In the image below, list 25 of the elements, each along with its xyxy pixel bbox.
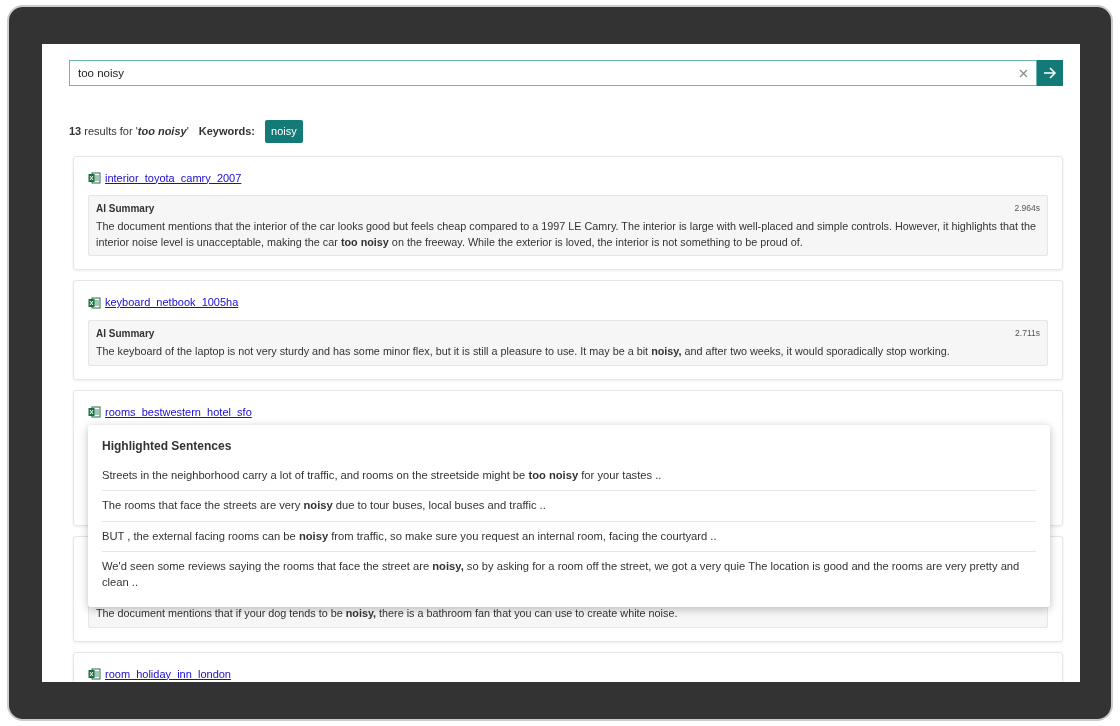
highlighted-sentence: Streets in the neighborhood carry a lot of traffic, and rooms on the streetside might be too noisy for your tastes ..	[102, 460, 1036, 491]
spreadsheet-icon	[88, 171, 101, 184]
summary-text: The keyboard of the laptop is not very sturdy and has some minor flex, but it is still a pleasure to use. It may be a bit noisy, and after two weeks, it would sporadically stop working.	[96, 344, 951, 359]
search-field[interactable]: too noisy	[69, 60, 1037, 86]
results-count-text: 13 results for 'too noisy'	[69, 124, 189, 139]
spreadsheet-icon	[88, 405, 101, 418]
keyword-tag[interactable]: noisy	[265, 120, 303, 143]
arrow-icon	[1043, 66, 1057, 80]
summary-text: The document mentions that the interior of the car looks good but feels cheap compared to a 1997 LE Camry. The interior is large with well-placed and simple controls. However, it highlights that the interior noise level is unacceptable, making the car too noisy on the freeway. While the exterior is loved, the interior is not something to be proud of.	[96, 219, 1038, 250]
highlighted-sentence: BUT , the external facing rooms can be noisy from traffic, so make sure you request an internal room, facing the courtyard ..	[102, 521, 1036, 552]
summary-text: The document mentions that if your dog tends to be noisy, there is a bathroom fan that you can use to create white noise.	[96, 606, 679, 622]
file-link[interactable]: keyboard_netbook_1005ha	[105, 294, 239, 311]
highlighted-sentence: The rooms that face the streets are very noisy due to tour buses, local buses and traffic ..	[102, 491, 1036, 522]
search-button[interactable]	[1037, 60, 1063, 86]
popover-title: Highlighted Sentences	[102, 437, 233, 455]
file-link[interactable]: interior_toyota_camry_2007	[105, 169, 242, 186]
keywords-label: Keywords:	[198, 124, 255, 139]
highlighted-sentence: We'd seen some reviews saying the rooms that face the street are noisy, so by asking for a room off the street, we got a very quie The location is good and the rooms are very pretty and clean ..	[102, 559, 1021, 590]
file-link[interactable]: rooms_bestwestern_hotel_sfo	[105, 403, 252, 420]
summary-label: AI Summary	[96, 327, 155, 341]
spreadsheet-icon	[88, 296, 101, 309]
response-time: 2.964s	[1014, 202, 1040, 216]
response-time: 2.711s	[1015, 327, 1040, 340]
summary-label: AI Summary	[96, 202, 155, 217]
file-link[interactable]: room_holiday_inn_london	[105, 665, 231, 682]
